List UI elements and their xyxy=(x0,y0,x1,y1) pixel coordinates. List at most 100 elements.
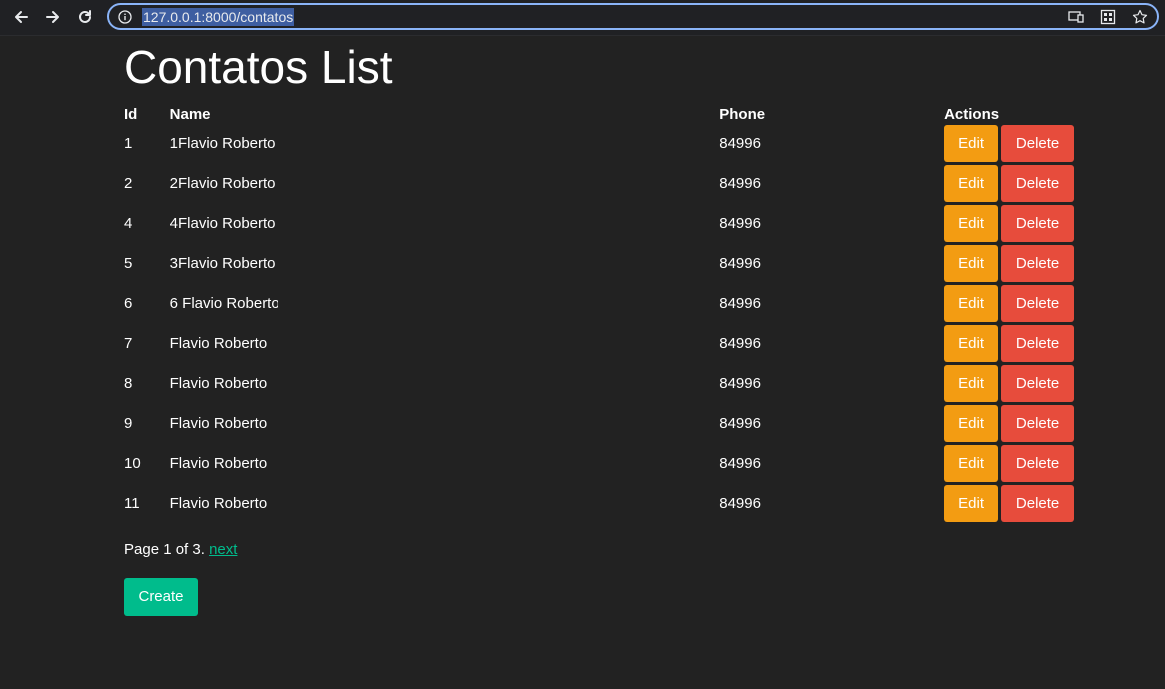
delete-button[interactable]: Delete xyxy=(1001,404,1075,442)
cell-actions: Edit Delete xyxy=(944,283,1084,323)
cast-icon[interactable] xyxy=(1067,9,1085,25)
cell-id: 1 xyxy=(124,134,133,152)
edit-button[interactable]: Edit xyxy=(944,484,999,522)
column-header-phone: Phone xyxy=(719,106,766,123)
edit-button[interactable]: Edit xyxy=(944,364,999,402)
cell-name: Flavio Roberto xyxy=(170,363,720,403)
delete-button[interactable]: Delete xyxy=(1001,204,1075,242)
contact-name: Flavio Roberto xyxy=(169,334,268,352)
contact-phone: 84996 xyxy=(719,134,761,152)
cell-id: 4 xyxy=(124,214,133,232)
cell-actions: Edit Delete xyxy=(944,403,1084,443)
column-header-name: Name xyxy=(169,106,211,123)
table-row: 7 Flavio Roberto 84996 Edit Delete xyxy=(124,323,1084,363)
address-bar[interactable]: 127.0.0.1:8000/contatos xyxy=(107,3,1159,30)
cell-id: 11 xyxy=(124,494,140,512)
pagination: Page 1 of 3. next xyxy=(124,541,237,558)
cell-name: 6 Flavio Roberto xyxy=(170,283,720,323)
next-page-link[interactable]: next xyxy=(209,541,237,558)
table-row: 5 3Flavio Roberto 84996 Edit Delete xyxy=(124,243,1084,283)
table-row: 4 4Flavio Roberto 84996 Edit Delete xyxy=(124,203,1084,243)
cell-name: 4Flavio Roberto xyxy=(170,203,720,243)
cell-name: 2Flavio Roberto xyxy=(170,163,720,203)
contact-phone: 84996 xyxy=(719,254,761,272)
cell-id: 7 xyxy=(124,334,133,352)
delete-button[interactable]: Delete xyxy=(1001,324,1075,362)
contact-name: 4Flavio Roberto xyxy=(169,214,276,232)
url-text[interactable]: 127.0.0.1:8000/contatos xyxy=(142,8,295,26)
contact-name: Flavio Roberto xyxy=(169,494,268,512)
contact-phone: 84996 xyxy=(719,214,761,232)
back-arrow-icon[interactable] xyxy=(10,6,32,28)
edit-button[interactable]: Edit xyxy=(944,204,999,242)
cell-actions: Edit Delete xyxy=(944,443,1084,483)
cell-phone: 84996 xyxy=(719,403,944,443)
cell-id: 8 xyxy=(124,374,133,392)
delete-button[interactable]: Delete xyxy=(1001,444,1075,482)
contact-name: 2Flavio Roberto xyxy=(169,174,276,192)
table-row: 10 Flavio Roberto 84996 Edit Delete xyxy=(124,443,1084,483)
contact-name: Flavio Roberto xyxy=(169,454,268,472)
delete-button[interactable]: Delete xyxy=(1001,164,1075,202)
table-row: 1 1Flavio Roberto 84996 Edit Delete xyxy=(124,123,1084,163)
forward-arrow-icon[interactable] xyxy=(42,6,64,28)
cell-actions: Edit Delete xyxy=(944,483,1084,523)
delete-button[interactable]: Delete xyxy=(1001,364,1075,402)
qr-code-icon[interactable] xyxy=(1099,9,1117,25)
delete-button[interactable]: Delete xyxy=(1001,244,1075,282)
delete-button[interactable]: Delete xyxy=(1001,284,1075,322)
column-header-id: Id xyxy=(124,106,138,123)
contact-phone: 84996 xyxy=(719,334,761,352)
edit-button[interactable]: Edit xyxy=(944,404,999,442)
contact-name: 6 Flavio Roberto xyxy=(169,294,278,312)
table-row: 9 Flavio Roberto 84996 Edit Delete xyxy=(124,403,1084,443)
delete-button[interactable]: Delete xyxy=(1001,484,1075,522)
edit-button[interactable]: Edit xyxy=(944,324,999,362)
cell-id: 5 xyxy=(124,254,133,272)
cell-name: Flavio Roberto xyxy=(170,323,720,363)
contact-phone: 84996 xyxy=(719,454,761,472)
create-button[interactable]: Create xyxy=(124,578,198,616)
cell-id: 10 xyxy=(124,454,141,472)
table-row: 8 Flavio Roberto 84996 Edit Delete xyxy=(124,363,1084,403)
edit-button[interactable]: Edit xyxy=(944,284,999,322)
cell-phone: 84996 xyxy=(719,283,944,323)
edit-button[interactable]: Edit xyxy=(944,444,999,482)
table-row: 6 6 Flavio Roberto 84996 Edit Delete xyxy=(124,283,1084,323)
cell-phone: 84996 xyxy=(719,323,944,363)
cell-phone: 84996 xyxy=(719,443,944,483)
table-row: 2 2Flavio Roberto 84996 Edit Delete xyxy=(124,163,1084,203)
cell-actions: Edit Delete xyxy=(944,203,1084,243)
contact-name: 3Flavio Roberto xyxy=(169,254,276,272)
edit-button[interactable]: Edit xyxy=(944,124,999,162)
cell-actions: Edit Delete xyxy=(944,363,1084,403)
cell-name: Flavio Roberto xyxy=(170,483,720,523)
contact-phone: 84996 xyxy=(719,294,761,312)
cell-phone: 84996 xyxy=(719,243,944,283)
table-header-row: Id Name Phone Actions xyxy=(124,100,1084,123)
edit-button[interactable]: Edit xyxy=(944,164,999,202)
cell-phone: 84996 xyxy=(719,163,944,203)
column-header-actions: Actions xyxy=(944,106,1000,123)
cell-phone: 84996 xyxy=(719,123,944,163)
cell-actions: Edit Delete xyxy=(944,323,1084,363)
contact-name: 1Flavio Roberto xyxy=(169,134,276,152)
cell-id: 6 xyxy=(124,294,133,312)
cell-name: Flavio Roberto xyxy=(170,403,720,443)
bookmark-star-icon[interactable] xyxy=(1131,9,1149,25)
edit-button[interactable]: Edit xyxy=(944,244,999,282)
reload-icon[interactable] xyxy=(74,6,96,28)
site-info-icon[interactable] xyxy=(118,10,132,24)
cell-id: 9 xyxy=(124,414,133,432)
pagination-text: Page 1 of 3. xyxy=(124,541,205,558)
cell-phone: 84996 xyxy=(719,363,944,403)
cell-name: Flavio Roberto xyxy=(170,443,720,483)
delete-button[interactable]: Delete xyxy=(1001,124,1075,162)
page-title: Contatos List xyxy=(124,41,393,93)
contact-phone: 84996 xyxy=(719,174,761,192)
cell-actions: Edit Delete xyxy=(944,123,1084,163)
cell-id: 2 xyxy=(124,174,133,192)
browser-toolbar: 127.0.0.1:8000/contatos xyxy=(0,0,1165,36)
contact-phone: 84996 xyxy=(719,494,761,512)
contacts-table: Id Name Phone Actions 1 1Flavio Roberto … xyxy=(124,100,1084,523)
